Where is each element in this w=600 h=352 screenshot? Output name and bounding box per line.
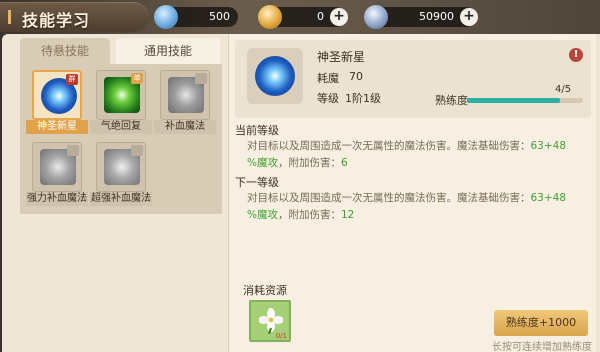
desc-attack: %魔攻 xyxy=(247,209,278,221)
skill-label: 超强补血魔法 xyxy=(90,192,152,206)
skill-frame xyxy=(160,70,210,120)
tab-pending-skills[interactable]: 待悬技能 xyxy=(20,38,110,64)
skill-badge: 单 xyxy=(131,73,143,84)
skill-strong-heal[interactable]: 强力补血魔法 xyxy=(26,142,88,206)
mana-cost-value: 70 xyxy=(349,70,363,83)
page-title: 技能学习 xyxy=(22,11,91,30)
item-count: 0/1 xyxy=(275,332,287,340)
skill-frame: 群 xyxy=(32,70,82,120)
desc-text: ，附加伤害： xyxy=(277,209,341,221)
level-value: 1阶1级 xyxy=(345,92,381,105)
add-silver-button[interactable]: + xyxy=(460,8,478,26)
proficiency-value: 4/5 xyxy=(555,84,572,95)
crystal-counter: 500 xyxy=(154,5,238,29)
title-marker xyxy=(8,10,11,24)
add-gold-button[interactable]: + xyxy=(330,8,348,26)
mana-cost-label: 耗魔 xyxy=(317,72,339,85)
skill-panel: 待悬技能 通用技能 群 神圣新星 单 气绝回复 补血魔法 强力补血魔法 超强补血… xyxy=(2,34,600,352)
flower-item-icon xyxy=(259,308,283,334)
current-level-desc: 对目标以及周围造成一次无属性的魔法伤害。魔法基础伤害：63+48 %魔攻，附加伤… xyxy=(247,138,589,172)
silver-counter: 50900 + xyxy=(364,5,478,29)
skill-header: 神圣新星 耗魔 70 等级 1阶1级 熟练度 4/5 ! xyxy=(235,40,591,118)
desc-text: ，附加伤害： xyxy=(277,157,341,169)
desc-bonus: 12 xyxy=(340,209,355,221)
next-level-title: 下一等级 xyxy=(235,176,279,189)
desc-attack: %魔攻 xyxy=(247,157,278,169)
skill-label: 神圣新星 xyxy=(26,120,88,134)
skill-label: 补血魔法 xyxy=(154,120,216,134)
silver-coin-icon xyxy=(364,5,388,29)
desc-text: 对目标以及周围造成一次无属性的魔法伤害。魔法基础伤害： xyxy=(247,140,531,152)
level-label: 等级 xyxy=(317,92,339,105)
add-proficiency-button[interactable]: 熟练度+1000 xyxy=(494,310,588,336)
skill-badge xyxy=(67,145,79,156)
skill-frame xyxy=(32,142,82,192)
desc-damage: 63+48 xyxy=(530,140,567,152)
skill-frame: 单 xyxy=(96,70,146,120)
crystal-value: 500 xyxy=(209,10,230,23)
info-icon[interactable]: ! xyxy=(569,48,583,62)
skill-frame xyxy=(96,142,146,192)
desc-bonus: 6 xyxy=(340,157,348,169)
holy-nova-icon xyxy=(255,56,295,96)
crystal-icon xyxy=(154,5,178,29)
skill-badge xyxy=(131,145,143,156)
next-level-desc: 对目标以及周围造成一次无属性的魔法伤害。魔法基础伤害：63+48 %魔攻，附加伤… xyxy=(247,190,589,224)
skill-name: 神圣新星 xyxy=(317,50,366,64)
gold-value: 0 xyxy=(317,10,324,23)
skill-super-heal[interactable]: 超强补血魔法 xyxy=(90,142,152,206)
proficiency-fill xyxy=(467,98,560,103)
skill-heal[interactable]: 补血魔法 xyxy=(154,70,216,134)
skill-list-area: 待悬技能 通用技能 群 神圣新星 单 气绝回复 补血魔法 强力补血魔法 超强补血… xyxy=(6,38,224,348)
skill-badge xyxy=(195,73,207,84)
desc-damage: 63+48 xyxy=(530,192,567,204)
desc-text: 对目标以及周围造成一次无属性的魔法伤害。魔法基础伤害： xyxy=(247,192,531,204)
skill-label: 强力补血魔法 xyxy=(26,192,88,206)
current-level-title: 当前等级 xyxy=(235,124,279,137)
skill-label: 气绝回复 xyxy=(90,120,152,134)
skill-grid: 群 神圣新星 单 气绝回复 补血魔法 强力补血魔法 超强补血魔法 xyxy=(20,64,222,214)
proficiency-label: 熟练度 xyxy=(435,94,468,107)
consume-item[interactable]: 0/1 xyxy=(249,300,291,342)
skill-icon-frame xyxy=(247,48,303,104)
title-tab: 技能学习 xyxy=(0,2,148,32)
silver-value: 50900 xyxy=(419,10,454,23)
tab-common-skills[interactable]: 通用技能 xyxy=(116,38,220,64)
skill-badge: 群 xyxy=(66,74,78,85)
proficiency-bar xyxy=(467,98,583,103)
top-bar: 技能学习 500 0 + 50900 + xyxy=(0,0,600,34)
consume-title: 消耗资源 xyxy=(243,284,287,297)
skill-detail-panel: 神圣新星 耗魔 70 等级 1阶1级 熟练度 4/5 ! 当前等级 对目标以及周… xyxy=(228,34,596,352)
gold-coin-icon xyxy=(258,5,282,29)
skill-revive[interactable]: 单 气绝回复 xyxy=(90,70,152,134)
gold-counter: 0 + xyxy=(258,5,348,29)
hold-hint: 长按可连续增加熟练度 xyxy=(492,342,592,352)
skill-holy-nova[interactable]: 群 神圣新星 xyxy=(26,70,88,134)
